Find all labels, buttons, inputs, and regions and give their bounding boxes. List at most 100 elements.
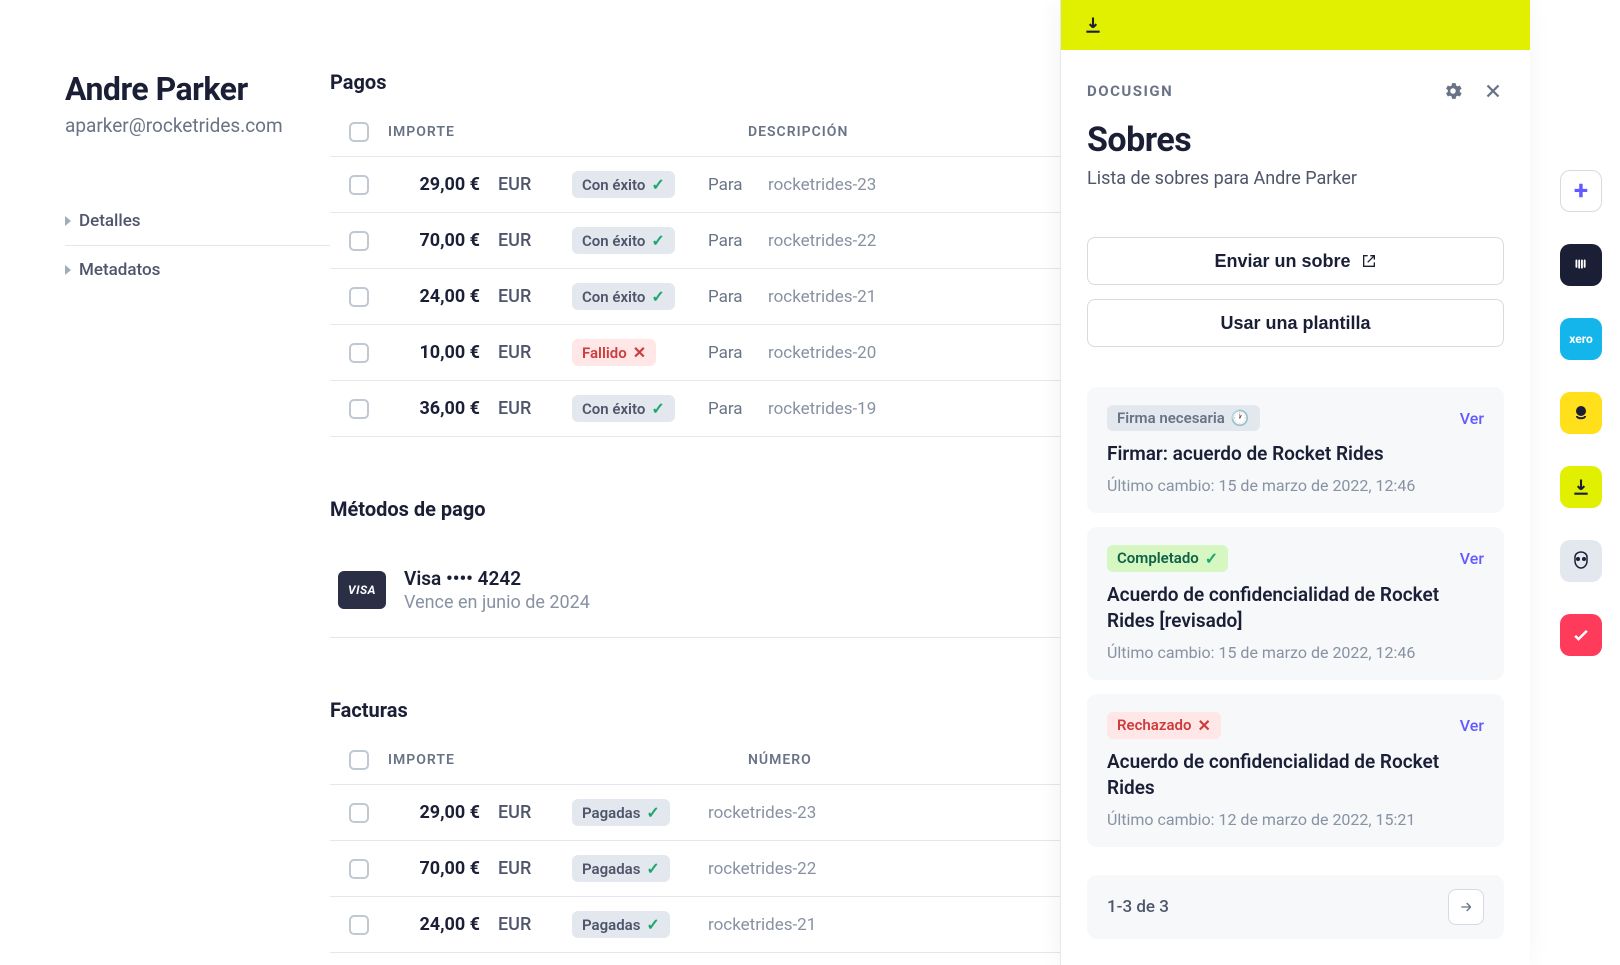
status-badge: Rechazado ✕ xyxy=(1107,712,1221,739)
nav-item-label: Detalles xyxy=(79,211,141,231)
check-icon: ✓ xyxy=(646,859,659,878)
use-template-button[interactable]: Usar una plantilla xyxy=(1087,299,1504,347)
envelope-title: Acuerdo de confidencialidad de Rocket Ri… xyxy=(1107,749,1484,802)
pagination: 1-3 de 3 xyxy=(1087,875,1504,939)
amount-cell: 10,00 € xyxy=(388,342,480,363)
next-page-button[interactable] xyxy=(1448,889,1484,925)
status-badge: Firma necesaria 🕐 xyxy=(1107,405,1260,431)
row-checkbox[interactable] xyxy=(349,343,369,363)
for-label: Para xyxy=(708,175,768,195)
row-checkbox[interactable] xyxy=(349,231,369,251)
table-row[interactable]: 70,00 € EUR Con éxito✓ Para rocketrides-… xyxy=(330,213,1070,269)
row-checkbox[interactable] xyxy=(349,175,369,195)
check-icon: ✓ xyxy=(646,803,659,822)
table-row[interactable]: 29,00 € EUR Con éxito✓ Para rocketrides-… xyxy=(330,157,1070,213)
amount-cell: 70,00 € xyxy=(388,230,480,251)
check-icon: ✓ xyxy=(651,399,664,418)
chevron-right-icon xyxy=(65,216,71,226)
nav-item-metadata[interactable]: Metadatos xyxy=(65,246,330,294)
envelope-meta: Último cambio: 15 de marzo de 2022, 12:4… xyxy=(1107,476,1484,495)
view-link[interactable]: Ver xyxy=(1460,409,1484,428)
clock-icon: 🕐 xyxy=(1231,409,1250,427)
amount-cell: 29,00 € xyxy=(388,174,480,195)
row-checkbox[interactable] xyxy=(349,399,369,419)
for-label: Para xyxy=(708,343,768,363)
panel-app-name: DOCUSIGN xyxy=(1087,82,1173,100)
pagination-text: 1-3 de 3 xyxy=(1107,897,1169,917)
currency-cell: EUR xyxy=(480,230,548,251)
amount-cell: 36,00 € xyxy=(388,398,480,419)
panel-subtitle: Lista de sobres para Andre Parker xyxy=(1087,168,1504,189)
table-row[interactable]: 24,00 € EUR Pagadas✓ rocketrides-21 xyxy=(330,897,1070,953)
ref-cell: rocketrides-21 xyxy=(768,287,876,307)
gear-icon[interactable] xyxy=(1442,80,1464,102)
invoices-table-header: IMPORTE NÚMERO xyxy=(330,750,1070,785)
row-checkbox[interactable] xyxy=(349,287,369,307)
send-envelope-button[interactable]: Enviar un sobre xyxy=(1087,237,1504,285)
envelope-meta: Último cambio: 15 de marzo de 2022, 12:4… xyxy=(1107,643,1484,662)
currency-cell: EUR xyxy=(480,802,548,823)
hootsuite-app-icon[interactable] xyxy=(1560,540,1602,582)
select-all-checkbox[interactable] xyxy=(349,750,369,770)
status-badge: Fallido✕ xyxy=(572,339,656,366)
row-checkbox[interactable] xyxy=(349,915,369,935)
row-checkbox[interactable] xyxy=(349,859,369,879)
status-badge: Con éxito✓ xyxy=(572,283,675,310)
table-row[interactable]: 70,00 € EUR Pagadas✓ rocketrides-22 xyxy=(330,841,1070,897)
card-label: Visa •••• 4242 xyxy=(404,567,590,590)
currency-cell: EUR xyxy=(480,858,548,879)
check-icon: ✓ xyxy=(651,231,664,250)
table-row[interactable]: 29,00 € EUR Pagadas✓ rocketrides-23 xyxy=(330,785,1070,841)
select-all-checkbox[interactable] xyxy=(349,122,369,142)
app-rail: + xero xyxy=(1560,170,1602,656)
envelope-meta: Último cambio: 12 de marzo de 2022, 15:2… xyxy=(1107,810,1484,829)
status-badge: Pagadas✓ xyxy=(572,911,670,938)
nav-item-details[interactable]: Detalles xyxy=(65,197,330,246)
table-row[interactable]: 10,00 € EUR Fallido✕ Para rocketrides-20 xyxy=(330,325,1070,381)
header-number: NÚMERO xyxy=(748,752,1070,768)
ref-cell: rocketrides-23 xyxy=(768,175,876,195)
section-title-payments: Pagos xyxy=(330,70,1070,94)
envelope-card[interactable]: Rechazado ✕ Ver Acuerdo de confidenciali… xyxy=(1087,694,1504,847)
currency-cell: EUR xyxy=(480,174,548,195)
check-icon: ✓ xyxy=(646,915,659,934)
section-title-payment-methods: Métodos de pago xyxy=(330,497,1070,521)
for-label: Para xyxy=(708,399,768,419)
header-amount: IMPORTE xyxy=(388,752,748,768)
payment-method-row[interactable]: VISA Visa •••• 4242 Vence en junio de 20… xyxy=(330,549,1070,638)
envelope-card[interactable]: Firma necesaria 🕐 Ver Firmar: acuerdo de… xyxy=(1087,387,1504,513)
status-badge: Con éxito✓ xyxy=(572,171,675,198)
cross-icon: ✕ xyxy=(1197,716,1210,735)
panel-brand-bar xyxy=(1061,0,1530,50)
for-label: Para xyxy=(708,231,768,251)
envelope-card[interactable]: Completado ✓ Ver Acuerdo de confidencial… xyxy=(1087,527,1504,680)
header-amount: IMPORTE xyxy=(388,124,748,140)
ref-cell: rocketrides-22 xyxy=(768,231,876,251)
status-badge: Con éxito✓ xyxy=(572,227,675,254)
status-badge: Pagadas✓ xyxy=(572,799,670,826)
intercom-app-icon[interactable] xyxy=(1560,244,1602,286)
table-row[interactable]: 36,00 € EUR Con éxito✓ Para rocketrides-… xyxy=(330,381,1070,437)
status-badge: Con éxito✓ xyxy=(572,395,675,422)
envelope-title: Firmar: acuerdo de Rocket Rides xyxy=(1107,441,1484,468)
amount-cell: 24,00 € xyxy=(388,914,480,935)
currency-cell: EUR xyxy=(480,286,548,307)
amount-cell: 70,00 € xyxy=(388,858,480,879)
table-row[interactable]: 24,00 € EUR Con éxito✓ Para rocketrides-… xyxy=(330,269,1070,325)
cross-icon: ✕ xyxy=(633,343,646,362)
header-description: DESCRIPCIÓN xyxy=(748,124,1070,140)
xero-app-icon[interactable]: xero xyxy=(1560,318,1602,360)
mailchimp-app-icon[interactable] xyxy=(1560,392,1602,434)
envelope-title: Acuerdo de confidencialidad de Rocket Ri… xyxy=(1107,582,1484,635)
ref-cell: rocketrides-20 xyxy=(768,343,876,363)
for-label: Para xyxy=(708,287,768,307)
check-icon: ✓ xyxy=(651,175,664,194)
app-icon[interactable] xyxy=(1560,614,1602,656)
row-checkbox[interactable] xyxy=(349,803,369,823)
close-icon[interactable] xyxy=(1482,80,1504,102)
check-icon: ✓ xyxy=(651,287,664,306)
view-link[interactable]: Ver xyxy=(1460,716,1484,735)
docusign-app-icon[interactable] xyxy=(1560,466,1602,508)
add-app-button[interactable]: + xyxy=(1560,170,1602,212)
view-link[interactable]: Ver xyxy=(1460,549,1484,568)
